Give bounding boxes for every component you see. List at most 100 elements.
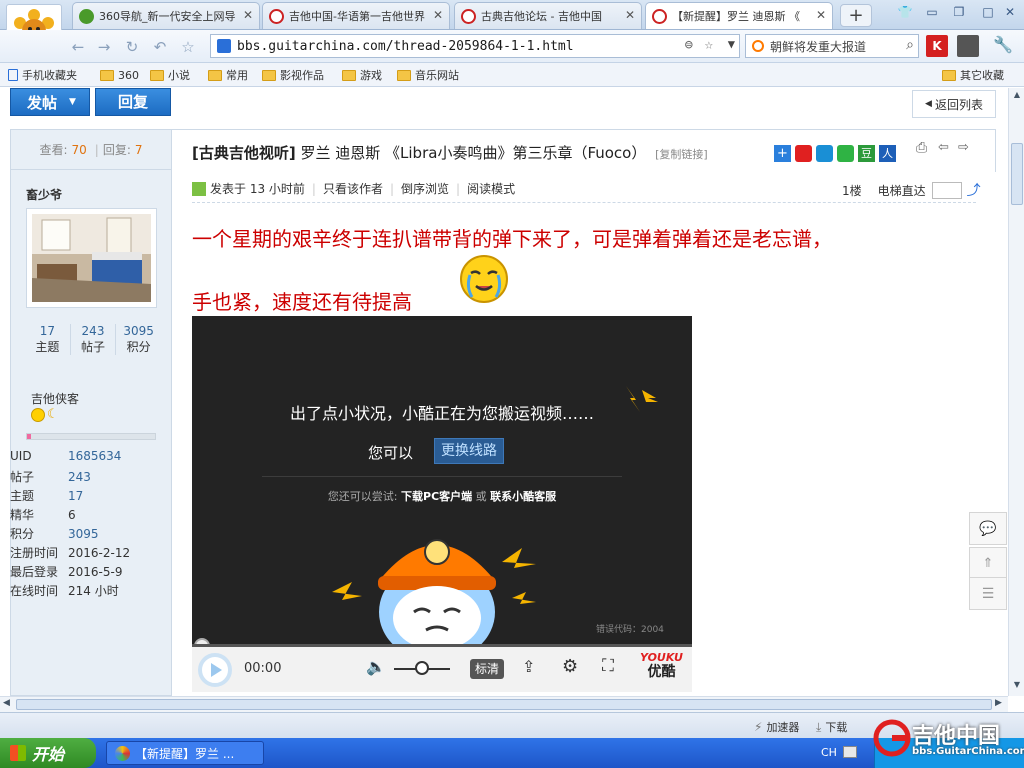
copy-link[interactable]: [复制链接] [655,148,708,161]
download-button[interactable]: ⤓ 下载 [816,719,847,735]
keyboard-icon[interactable] [843,746,857,758]
quality-button[interactable]: 标清 [470,659,504,679]
scroll-right-icon[interactable]: ▶ [995,698,1002,708]
only-author-link[interactable]: 只看该作者 [323,180,383,197]
screenshot-extension-icon[interactable] [957,35,979,57]
feedback-button[interactable]: 💬 [969,512,1007,545]
close-icon[interactable]: ✕ [816,8,826,22]
chevron-down-icon[interactable]: ▼ [728,37,735,51]
profile-value[interactable]: 243 [68,470,91,484]
user-rank[interactable]: 吉他侠客 [31,390,79,407]
floor-jump-input[interactable] [931,181,962,199]
switch-line-button[interactable]: 更换线路 [434,438,504,464]
avatar-image [32,214,151,302]
print-icon[interactable]: ⎙ [916,140,927,156]
reverse-order-link[interactable]: 倒序浏览 [401,180,449,197]
close-window-button[interactable]: ✕ [1000,4,1020,22]
renren-icon[interactable]: 人 [879,145,896,162]
weibo-icon[interactable] [795,145,812,162]
back-to-list-button[interactable]: ◀ 返回列表 [912,90,996,118]
horizontal-scroll-thumb[interactable] [16,699,992,710]
tab-guitarchina-home[interactable]: 吉他中国-华语第一吉他世界 ✕ [262,2,450,29]
vertical-scroll-thumb[interactable] [1011,143,1023,205]
search-input[interactable]: 朝鲜将发重大报道 ⌕ [745,34,919,58]
next-thread-icon[interactable]: ⇨ [958,140,969,155]
douban-icon[interactable]: 豆 [858,145,875,162]
back-to-top-button[interactable]: ⇑ [969,547,1007,580]
profile-value[interactable]: 3095 [68,527,99,541]
thread-category[interactable]: [古典吉他视听] [192,144,296,162]
tab-360-nav[interactable]: 360导航_新一代安全上网导 ✕ [72,2,260,29]
close-icon[interactable]: ✕ [625,8,635,22]
forward-icon[interactable]: → [94,37,114,57]
bookmark-folder[interactable]: 影视作品 [262,67,324,83]
stat-value: 243 [81,324,105,338]
stat-credits[interactable]: 3095 积分 [116,324,161,355]
scroll-down-icon[interactable]: ▼ [1011,680,1023,692]
prev-thread-icon[interactable]: ⇦ [938,140,949,155]
bookmark-folder[interactable]: 游戏 [342,67,382,83]
close-icon[interactable]: ✕ [433,8,443,22]
bookmark-folder[interactable]: 常用 [208,67,248,83]
bookmark-folder[interactable]: 360 [100,67,139,83]
download-pc-link[interactable]: 下载PC客户端 [401,490,472,503]
compat-mode-icon[interactable]: ⊜ [685,37,693,53]
accelerator-button[interactable]: ⚡ 加速器 [754,719,799,735]
profile-value[interactable]: 1685634 [68,449,121,463]
profile-key: 主题 [10,489,35,503]
maximize-button[interactable]: □ [978,4,998,22]
jump-icon[interactable]: ⤴ [967,180,981,200]
thread-header: [古典吉他视听] 罗兰 迪恩斯 《Libra小奏鸣曲》第三乐章（Fuoco） [… [172,129,996,172]
k-extension-icon[interactable]: K [926,35,948,57]
undo-close-icon[interactable]: ↶ [150,37,170,57]
bookmark-folder-other[interactable]: 其它收藏 [942,67,1004,83]
bookmark-mobile[interactable]: 手机收藏夹 [8,67,77,83]
minimize-button[interactable]: ▭ [922,4,942,22]
video-player[interactable]: 出了点小状况，小酷正在为您搬运视频…… 您可以 更换线路 您还可以尝试: 下载P… [192,316,692,692]
reply-button[interactable]: 回复 [95,88,171,116]
skin-icon[interactable]: 👕 [895,4,915,22]
refresh-icon[interactable]: ↻ [122,37,142,57]
new-post-button[interactable]: 发帖 ▼ [10,88,90,116]
vertical-scrollbar[interactable]: ▲ ▼ [1008,88,1024,696]
bookmark-folder[interactable]: 小说 [150,67,190,83]
close-icon[interactable]: ✕ [243,8,253,22]
contact-support-link[interactable]: 联系小酷客服 [490,490,556,503]
add-share-icon[interactable]: + [774,145,791,162]
language-indicator[interactable]: CH [821,746,837,759]
address-bar[interactable]: bbs.guitarchina.com/thread-2059864-1-1.h… [210,34,740,58]
volume-icon[interactable]: 🔈 [366,657,386,676]
volume-handle[interactable] [415,661,429,675]
search-icon[interactable]: ⌕ [906,37,914,53]
settings-icon[interactable]: ⚙ [562,656,578,677]
new-tab-button[interactable]: + [840,4,872,27]
reply-count: 7 [134,142,143,157]
author-name[interactable]: 畜少爷 [26,186,62,203]
back-icon[interactable]: ← [68,37,88,57]
tab-classical-forum[interactable]: 古典吉他论坛 - 吉他中国 ✕ [454,2,642,29]
fullscreen-icon[interactable]: ⛶ [602,656,614,676]
share-icon[interactable]: ⇪ [522,657,535,676]
restore-button[interactable]: ❐ [949,4,969,22]
stat-threads[interactable]: 17 主题 [25,324,71,355]
tab-thread-active[interactable]: 【新提醒】罗兰 迪恩斯 《 ✕ [645,2,833,29]
wechat-icon[interactable] [837,145,854,162]
qzone-icon[interactable] [816,145,833,162]
tools-icon[interactable]: 🔧 [988,35,1018,57]
youku-logo[interactable]: YOUKU 优酷 [640,651,683,679]
scroll-left-icon[interactable]: ◀ [3,698,10,708]
start-button[interactable]: 开始 [0,738,96,768]
horizontal-scrollbar[interactable]: ◀ ▶ [0,696,1008,712]
play-button[interactable] [198,653,232,687]
stat-posts[interactable]: 243 帖子 [71,324,117,355]
read-mode-link[interactable]: 阅读模式 [467,180,515,197]
favorite-icon[interactable]: ☆ [178,37,198,57]
bookmark-folder[interactable]: 音乐网站 [397,67,459,83]
profile-value[interactable]: 17 [68,489,83,503]
scroll-up-icon[interactable]: ▲ [1011,90,1023,102]
bookmark-star-icon[interactable]: ☆ [705,37,713,53]
list-view-button[interactable]: ☰ [969,577,1007,610]
level-progress-bar [26,433,156,440]
taskbar-window-item[interactable]: 【新提醒】罗兰 ... [106,741,264,765]
avatar[interactable] [26,208,157,308]
